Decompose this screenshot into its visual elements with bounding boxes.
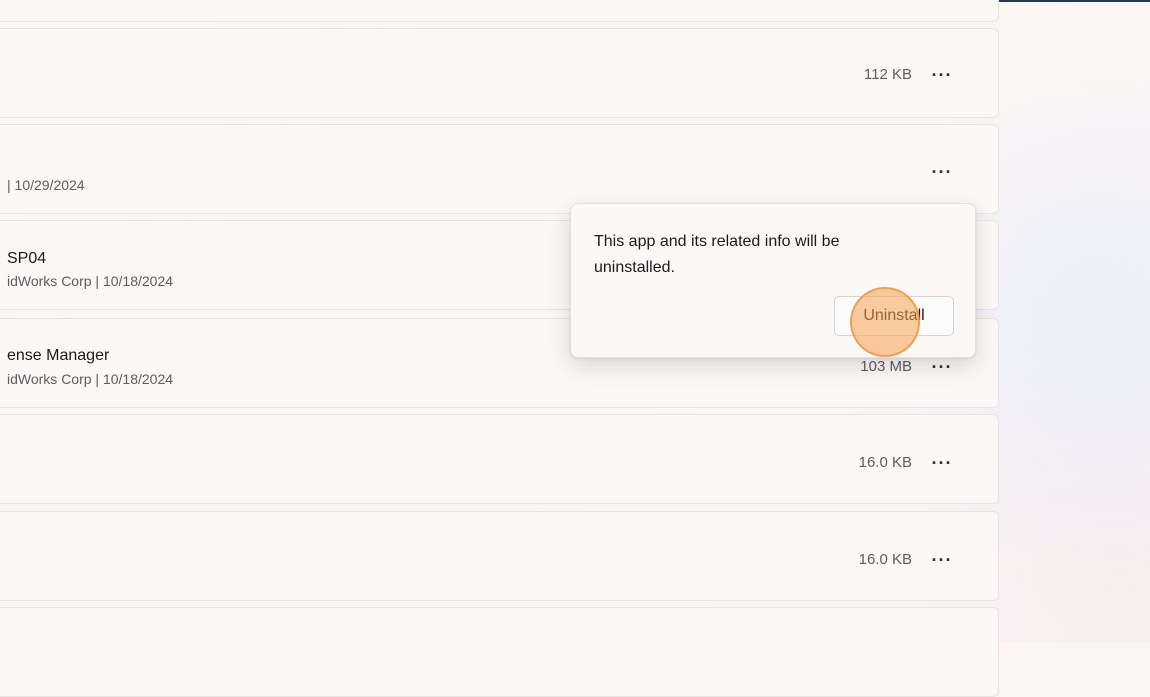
uninstall-button[interactable]: Uninstall — [834, 296, 954, 336]
app-publisher-date: | 10/29/2024 — [7, 177, 85, 193]
app-size: 103 MB — [860, 358, 912, 375]
app-name: SP04 — [7, 250, 47, 267]
app-publisher-date: idWorks Corp | 10/18/2024 — [7, 273, 174, 289]
more-options-button[interactable]: ··· — [930, 63, 954, 87]
app-size: 16.0 KB — [858, 551, 912, 568]
app-row — [0, 0, 999, 22]
more-options-button[interactable]: ··· — [930, 160, 954, 184]
app-size: 16.0 KB — [858, 454, 912, 471]
app-publisher-date: idWorks Corp | 10/18/2024 — [7, 371, 174, 387]
more-options-button[interactable]: ··· — [930, 451, 954, 475]
more-options-button[interactable]: ··· — [930, 548, 954, 572]
app-row: 112 KB ··· — [0, 28, 999, 118]
app-row: | 10/29/2024 ··· — [0, 124, 999, 214]
app-row: 16.0 KB ··· — [0, 414, 999, 504]
app-size: 112 KB — [863, 66, 912, 83]
app-name: ense Manager — [7, 347, 110, 364]
app-row: 16.0 KB ··· — [0, 511, 999, 601]
app-row — [0, 607, 999, 697]
uninstall-confirm-flyout: This app and its related info will be un… — [570, 203, 976, 358]
uninstall-message: This app and its related info will be un… — [594, 233, 840, 276]
more-options-button[interactable]: ··· — [930, 355, 954, 379]
